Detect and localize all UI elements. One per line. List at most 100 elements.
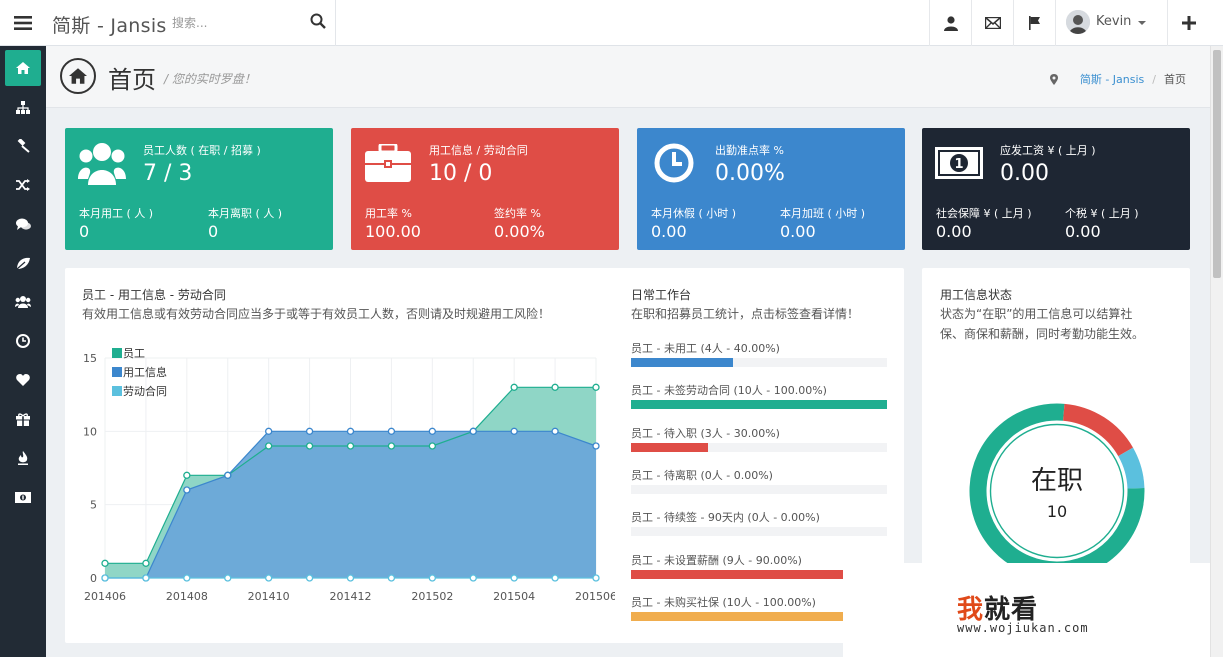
data-point[interactable]: [183, 574, 191, 582]
sidebar-item-welfare[interactable]: [5, 401, 41, 437]
data-point[interactable]: [183, 486, 191, 494]
data-point[interactable]: [469, 427, 477, 435]
data-point[interactable]: [387, 427, 396, 435]
messages-button[interactable]: [971, 0, 1013, 46]
sidebar-item-contracts[interactable]: [5, 128, 41, 164]
workbench-stat-label[interactable]: 员工 - 待续签 - 90天内 (0人 - 0.00%): [631, 509, 820, 525]
scrollbar-thumb[interactable]: [1213, 50, 1221, 278]
data-point[interactable]: [265, 427, 273, 435]
data-point[interactable]: [387, 574, 396, 582]
workbench-stat-label[interactable]: 员工 - 未设置薪酬 (9人 - 90.00%): [631, 552, 802, 568]
status-panel-desc-line2: 保、商保和薪酬，同时考勤功能生效。: [940, 327, 1145, 341]
breadcrumb-home-link[interactable]: 简斯 - Jansis: [1080, 71, 1144, 87]
data-point[interactable]: [510, 383, 518, 391]
donut-segment[interactable]: [1062, 403, 1134, 457]
workbench-stat-item[interactable]: 员工 - 待离职 (0人 - 0.00%): [631, 467, 887, 501]
workbench-stat-label[interactable]: 员工 - 未用工 (4人 - 40.00%): [631, 340, 780, 356]
legend-label[interactable]: 劳动合同: [123, 384, 167, 398]
data-point[interactable]: [305, 442, 314, 450]
legend-label[interactable]: 员工: [123, 347, 145, 360]
sidebar-item-shifts[interactable]: [5, 167, 41, 203]
data-point[interactable]: [592, 442, 600, 450]
sidebar: [0, 46, 46, 657]
stat-card-contracts[interactable]: 用工信息 / 劳动合同 10 / 0 用工率 % 100.00 签约率 % 0.…: [351, 128, 619, 250]
data-point[interactable]: [387, 442, 396, 450]
area-chart: 0 5 10 15 201406 201408 201410 201412 201502 2015…: [83, 347, 615, 603]
random-icon: [16, 179, 30, 191]
card-sub-value-right: 0: [208, 222, 219, 241]
card-value: 0.00: [1000, 161, 1049, 186]
data-point[interactable]: [183, 471, 191, 479]
data-point[interactable]: [510, 574, 518, 582]
user-menu[interactable]: Kevin: [1055, 0, 1167, 46]
data-point[interactable]: [551, 427, 559, 435]
data-point[interactable]: [346, 574, 355, 582]
page-header: 首页 / 您的实时罗盘！ 简斯 - Jansis / 首页: [46, 46, 1210, 108]
sidebar-item-benefits[interactable]: [5, 362, 41, 398]
data-point[interactable]: [142, 574, 150, 582]
data-point[interactable]: [592, 574, 600, 582]
data-point[interactable]: [428, 442, 436, 450]
workbench-stat-item[interactable]: 员工 - 未用工 (4人 - 40.00%): [631, 340, 887, 374]
brand-logo[interactable]: 简斯 - Jansis: [52, 11, 167, 38]
y-tick-label: 15: [83, 352, 97, 365]
workbench-stat-label[interactable]: 员工 - 待离职 (0人 - 0.00%): [631, 467, 773, 483]
sidebar-item-employees[interactable]: [5, 284, 41, 320]
data-point[interactable]: [346, 427, 355, 435]
workbench-stat-item[interactable]: 员工 - 未签劳动合同 (10人 - 100.00%): [631, 382, 887, 416]
menu-toggle-button[interactable]: [0, 0, 46, 46]
donut-segment[interactable]: [1118, 447, 1145, 489]
stat-card-employees[interactable]: 员工人数 ( 在职 / 招募 ) 7 / 3 本月用工 ( 人 ) 0 本月离职…: [65, 128, 333, 250]
data-point[interactable]: [101, 574, 109, 582]
sidebar-item-performance[interactable]: [5, 440, 41, 476]
workbench-stat-item[interactable]: 员工 - 待续签 - 90天内 (0人 - 0.00%): [631, 509, 887, 543]
data-point[interactable]: [592, 383, 600, 391]
envelope-icon: [984, 17, 1001, 29]
breadcrumb: 简斯 - Jansis / 首页: [1049, 71, 1186, 87]
profile-button[interactable]: [929, 0, 971, 46]
data-point[interactable]: [265, 574, 273, 582]
clock-icon: [649, 140, 699, 186]
data-point[interactable]: [142, 559, 150, 567]
stat-card-attendance[interactable]: 出勤准点率 % 0.00% 本月休假 ( 小时 ) 0.00 本月加班 ( 小时…: [637, 128, 905, 250]
legend-swatch: [112, 348, 122, 358]
data-point[interactable]: [469, 574, 477, 582]
plus-icon: [1181, 16, 1196, 30]
workbench-stat-label[interactable]: 员工 - 未购买社保 (10人 - 100.00%): [631, 594, 816, 610]
workbench-stat-item[interactable]: 员工 - 待入职 (3人 - 30.00%): [631, 425, 887, 459]
data-point[interactable]: [265, 442, 273, 450]
data-point[interactable]: [305, 427, 314, 435]
data-point[interactable]: [510, 427, 518, 435]
data-point[interactable]: [551, 383, 559, 391]
sidebar-item-messages[interactable]: [5, 206, 41, 242]
add-button[interactable]: [1167, 0, 1209, 46]
chart-panel-desc: 有效用工信息或有效劳动合同应当多于或等于有效员工人数，否则请及时规避用工风险！: [82, 307, 551, 321]
sitemap-icon: [16, 100, 30, 114]
data-point[interactable]: [101, 559, 109, 567]
sidebar-item-payroll[interactable]: [5, 479, 41, 515]
status-donut-chart[interactable]: 在职 10: [962, 396, 1152, 586]
sidebar-item-home[interactable]: [5, 50, 41, 86]
data-point[interactable]: [346, 442, 355, 450]
data-point[interactable]: [551, 574, 559, 582]
notifications-button[interactable]: [1013, 0, 1055, 46]
sidebar-item-leave[interactable]: [5, 245, 41, 281]
data-point[interactable]: [428, 427, 436, 435]
search-button[interactable]: [310, 13, 330, 33]
workbench-stat-label[interactable]: 员工 - 未签劳动合同 (10人 - 100.00%): [631, 382, 827, 398]
card-sub-label-right: 本月离职 ( 人 ): [208, 207, 283, 220]
search-input[interactable]: [172, 13, 302, 33]
sidebar-item-attendance[interactable]: [5, 323, 41, 359]
breadcrumb-current: 首页: [1164, 73, 1186, 86]
data-point[interactable]: [224, 574, 232, 582]
legend-label[interactable]: 用工信息: [123, 365, 167, 379]
data-point[interactable]: [224, 471, 232, 479]
page-scrollbar[interactable]: [1210, 46, 1223, 657]
data-point[interactable]: [428, 574, 436, 582]
card-sub-value-left: 0.00: [651, 222, 687, 241]
stat-card-payroll[interactable]: 1 应发工资 ¥ ( 上月 ) 0.00 社会保障 ¥ ( 上月 ) 0.00 …: [922, 128, 1190, 250]
data-point[interactable]: [305, 574, 314, 582]
card-value: 0.00%: [715, 161, 785, 186]
sidebar-item-org[interactable]: [5, 89, 41, 125]
workbench-stat-label[interactable]: 员工 - 待入职 (3人 - 30.00%): [631, 425, 780, 441]
